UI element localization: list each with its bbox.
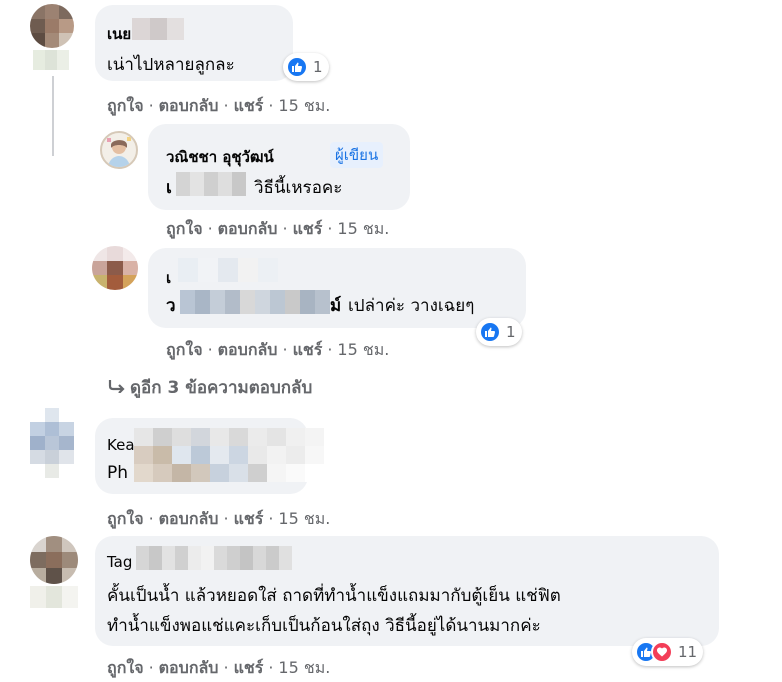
comment-text: เปล่าค่ะ วางเฉยๆ bbox=[348, 296, 475, 316]
timestamp[interactable]: 15 ชม. bbox=[337, 340, 389, 359]
reply-button[interactable]: ตอบกลับ bbox=[218, 219, 278, 238]
share-button[interactable]: แชร์ bbox=[234, 96, 264, 115]
commenter-name[interactable]: วณิชชา อุชุวัฒน์ bbox=[166, 145, 274, 169]
comment-text-prefix: เ bbox=[166, 178, 172, 198]
comment-text: Ph bbox=[107, 463, 129, 483]
avatar[interactable] bbox=[30, 536, 78, 584]
comment-text-prefix: ว bbox=[166, 296, 176, 316]
commenter-name[interactable]: เ bbox=[166, 266, 171, 290]
like-button[interactable]: ถูกใจ bbox=[166, 219, 203, 238]
comment-text-line-2: ทำน้ำแข็งพอแช่แคะเก็บเป็นก้อนใส่ถุง วิธี… bbox=[107, 616, 541, 636]
comment-text-suffix: ม์ bbox=[330, 296, 342, 316]
mention-redaction bbox=[176, 172, 246, 196]
thread-line bbox=[52, 76, 94, 156]
share-button[interactable]: แชร์ bbox=[234, 509, 264, 528]
timestamp[interactable]: 15 ชม. bbox=[278, 96, 330, 115]
share-button[interactable]: แชร์ bbox=[234, 658, 264, 677]
name-redaction bbox=[132, 18, 184, 40]
like-button[interactable]: ถูกใจ bbox=[107, 96, 144, 115]
author-badge: ผู้เขียน bbox=[330, 142, 384, 168]
avatar-blur bbox=[30, 586, 78, 608]
comment-actions: ถูกใจ · ตอบกลับ · แชร์ · 15 ชม. bbox=[107, 658, 331, 677]
reply-button[interactable]: ตอบกลับ bbox=[159, 96, 219, 115]
comment-text: เน่าไปหลายลูกละ bbox=[107, 55, 235, 75]
view-more-replies-link[interactable]: ดูอีก 3 ข้อความตอบกลับ bbox=[108, 374, 312, 401]
reply-button[interactable]: ตอบกลับ bbox=[159, 509, 219, 528]
view-more-label: ดูอีก 3 ข้อความตอบกลับ bbox=[130, 378, 313, 398]
avatar-blur bbox=[33, 50, 69, 70]
timestamp[interactable]: 15 ชม. bbox=[278, 509, 330, 528]
like-button[interactable]: ถูกใจ bbox=[107, 509, 144, 528]
reply-arrow-icon bbox=[108, 378, 130, 398]
avatar[interactable] bbox=[100, 131, 138, 169]
name-redaction bbox=[134, 428, 324, 482]
reaction-summary[interactable]: 11 bbox=[632, 638, 704, 666]
reaction-count: 11 bbox=[678, 643, 698, 661]
reaction-summary[interactable]: 1 bbox=[283, 53, 329, 81]
thumbs-up-icon bbox=[286, 56, 308, 78]
reaction-count: 1 bbox=[313, 58, 323, 76]
comment-text-line-1: คั้นเป็นน้ำ แล้วหยอดใส่ ถาดที่ทำน้ำแข็งแ… bbox=[107, 586, 561, 606]
name-redaction bbox=[178, 258, 278, 282]
name-redaction bbox=[136, 546, 292, 570]
comment-actions: ถูกใจ · ตอบกลับ · แชร์ · 15 ชม. bbox=[107, 96, 331, 115]
comment-actions: ถูกใจ · ตอบกลับ · แชร์ · 15 ชม. bbox=[166, 219, 390, 238]
like-button[interactable]: ถูกใจ bbox=[107, 658, 144, 677]
timestamp[interactable]: 15 ชม. bbox=[278, 658, 330, 677]
thumbs-up-icon bbox=[479, 321, 501, 343]
reply-button[interactable]: ตอบกลับ bbox=[218, 340, 278, 359]
like-button[interactable]: ถูกใจ bbox=[166, 340, 203, 359]
mention-redaction bbox=[180, 290, 330, 314]
commenter-name[interactable]: Tag bbox=[107, 553, 132, 571]
avatar[interactable] bbox=[30, 408, 74, 478]
reaction-count: 1 bbox=[506, 323, 516, 341]
reaction-summary[interactable]: 1 bbox=[476, 318, 522, 346]
reply-button[interactable]: ตอบกลับ bbox=[159, 658, 219, 677]
share-button[interactable]: แชร์ bbox=[293, 340, 323, 359]
comment-actions: ถูกใจ · ตอบกลับ · แชร์ · 15 ชม. bbox=[166, 340, 390, 359]
comment-actions: ถูกใจ · ตอบกลับ · แชร์ · 15 ชม. bbox=[107, 509, 331, 528]
heart-icon bbox=[651, 641, 673, 663]
comment-text: วิธีนี้เหรอคะ bbox=[254, 178, 343, 198]
share-button[interactable]: แชร์ bbox=[293, 219, 323, 238]
avatar[interactable] bbox=[92, 246, 138, 290]
commenter-name[interactable]: Kea bbox=[107, 436, 135, 454]
avatar[interactable] bbox=[30, 4, 74, 48]
timestamp[interactable]: 15 ชม. bbox=[337, 219, 389, 238]
